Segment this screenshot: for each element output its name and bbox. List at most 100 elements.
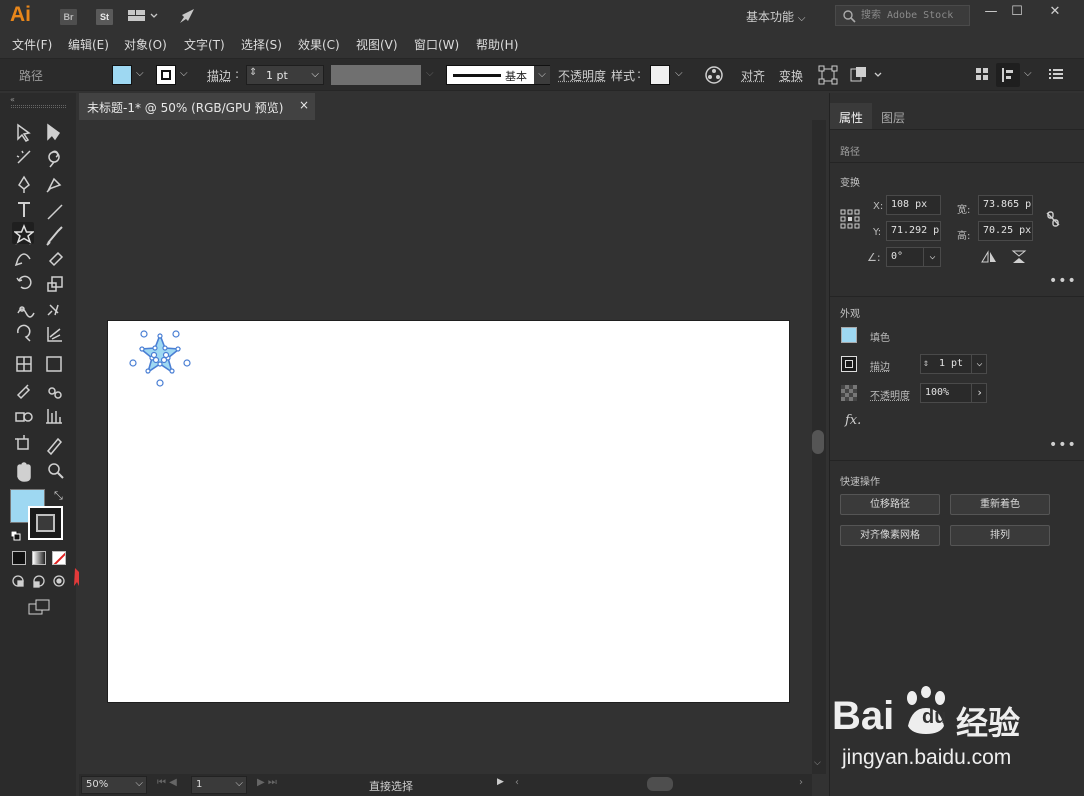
maximize-button[interactable]: ☐ [1002, 3, 1032, 23]
menu-window[interactable]: 窗口(W) [414, 36, 459, 53]
recolor-artwork-icon[interactable] [704, 65, 724, 85]
menu-help[interactable]: 帮助(H) [476, 36, 518, 53]
status-bar: 50% ⌵ ⏮ ◀ 1 ⌵ ▶ ⏭ 直接选择 ▶ ‹ › [79, 774, 812, 796]
gradient-mode-icon[interactable] [32, 551, 46, 565]
chevron-down-icon[interactable]: ⌵ [311, 69, 319, 80]
swap-fill-stroke-icon[interactable]: ⤡ [54, 489, 63, 503]
stroke-dropdown-icon[interactable]: ⌵ [180, 68, 188, 79]
scroll-right-icon[interactable]: › [799, 777, 803, 788]
selected-star-object[interactable] [128, 327, 192, 389]
none-mode-icon[interactable] [52, 551, 66, 565]
style-dropdown-icon[interactable]: ⌵ [675, 68, 683, 79]
offset-path-button[interactable]: 位移路径 [840, 494, 940, 515]
grid-view-icon[interactable] [975, 67, 989, 81]
first-page-icon[interactable]: ⏮ ◀ [157, 777, 177, 788]
artboard-number-field[interactable]: 1 ⌵ [191, 776, 247, 794]
menu-edit[interactable]: 编辑(E) [68, 36, 109, 53]
status-menu-icon[interactable]: ▶ [497, 777, 504, 787]
stroke-label-panel[interactable]: 描边 [870, 358, 890, 373]
chevron-down-icon[interactable]: ⌵ [534, 66, 550, 84]
stroke-label[interactable]: 描边 [207, 67, 231, 84]
vertical-scrollbar[interactable]: ⌵ [812, 120, 826, 774]
chevron-down-icon[interactable]: ⌵ [135, 778, 143, 789]
fill-swatch-panel[interactable] [841, 327, 857, 343]
transform-bounds-icon[interactable] [818, 65, 838, 85]
arrange-button[interactable]: 排列 [950, 525, 1050, 546]
brush-definition[interactable]: 基本 ⌵ [446, 65, 550, 85]
stock-icon[interactable]: St [96, 9, 113, 25]
arrange-documents-icon[interactable] [128, 9, 158, 23]
horizontal-scroll-thumb[interactable] [647, 777, 673, 791]
close-tab-button[interactable]: × [299, 98, 309, 112]
stroke-swatch-panel[interactable] [841, 356, 857, 372]
angle-value: 0° [891, 251, 904, 262]
fill-dropdown-icon[interactable]: ⌵ [136, 68, 144, 79]
menu-file[interactable]: 文件(F) [12, 36, 52, 53]
align-link[interactable]: 对齐 [741, 67, 765, 84]
y-field[interactable]: 71.292 p [886, 221, 941, 241]
menu-view[interactable]: 视图(V) [356, 36, 398, 53]
width-field[interactable]: 73.865 p [978, 195, 1033, 215]
default-colors-icon[interactable] [10, 530, 21, 541]
angle-field[interactable]: 0° ⌵ [886, 247, 941, 267]
collapse-panel-icon[interactable]: « [10, 95, 15, 104]
scroll-thumb[interactable] [812, 430, 824, 454]
opacity-field[interactable]: 100% › [920, 383, 987, 403]
rocket-icon[interactable] [178, 7, 196, 25]
chevron-down-icon[interactable]: ⌵ [235, 778, 243, 789]
appearance-more-icon[interactable]: ••• [1049, 437, 1077, 453]
transform-more-icon[interactable]: ••• [1049, 273, 1077, 289]
draw-mode-icons[interactable] [10, 573, 70, 589]
recolor-button[interactable]: 重新着色 [950, 494, 1050, 515]
variable-width-profile[interactable] [331, 65, 421, 85]
stepper-icon[interactable]: ⇕ [249, 67, 257, 78]
zoom-field[interactable]: 50% ⌵ [81, 776, 147, 794]
transform-link[interactable]: 变换 [779, 67, 803, 84]
stroke-color-swatch[interactable] [28, 506, 63, 540]
chevron-down-icon[interactable]: ⌵ [971, 355, 987, 373]
constrain-proportions-icon[interactable] [1045, 211, 1061, 227]
chevron-right-icon[interactable]: › [971, 384, 987, 402]
screen-mode-icon[interactable] [28, 599, 52, 615]
scroll-down-icon[interactable]: ⌵ [814, 758, 821, 768]
document-tab[interactable]: 未标题-1* @ 50% (RGB/GPU 预览) × [79, 93, 315, 120]
profile-dropdown-icon[interactable]: ⌵ [426, 68, 434, 79]
menu-effect[interactable]: 效果(C) [298, 36, 340, 53]
reference-point-icon[interactable] [840, 209, 860, 229]
stroke-weight-panel-field[interactable]: ⇕ 1 pt ⌵ [920, 354, 987, 374]
workspace-switcher[interactable]: 基本功能 ⌵ [746, 8, 805, 25]
align-pixel-grid-button[interactable]: 对齐像素网格 [840, 525, 940, 546]
flip-vertical-icon[interactable] [1011, 250, 1027, 264]
isolate-object-icon[interactable] [850, 65, 886, 85]
panel-layout-icon[interactable] [996, 63, 1020, 87]
control-bar: 路径 ⌵ ⌵ 描边 : ⇕ 1 pt ⌵ ⌵ 基本 ⌵ 不透明度 样式 : ⌵ … [0, 58, 1084, 91]
panel-menu-icon[interactable] [1049, 68, 1063, 80]
bridge-icon[interactable]: Br [60, 9, 77, 25]
chevron-down-icon[interactable]: ⌵ [923, 248, 941, 266]
flip-horizontal-icon[interactable] [981, 250, 997, 264]
height-field[interactable]: 70.25 px [978, 221, 1033, 241]
menu-object[interactable]: 对象(O) [124, 36, 167, 53]
tab-layers[interactable]: 图层 [881, 109, 905, 126]
panel-grip[interactable] [11, 105, 66, 108]
tab-properties[interactable]: 属性 [830, 103, 872, 129]
x-field[interactable]: 108 px [886, 195, 941, 215]
color-mode-icon[interactable] [12, 551, 26, 565]
opacity-label[interactable]: 不透明度 [558, 67, 606, 84]
stroke-weight-field[interactable]: ⇕ 1 pt ⌵ [246, 65, 324, 85]
tab-properties-label: 属性 [839, 111, 864, 125]
fx-icon[interactable]: fx. [845, 413, 861, 428]
stepper-icon[interactable]: ⇕ [923, 355, 929, 373]
menu-type[interactable]: 文字(T) [184, 36, 225, 53]
close-window-button[interactable]: ✕ [1040, 3, 1070, 23]
fill-swatch[interactable] [112, 65, 132, 85]
layout-dropdown-icon[interactable]: ⌵ [1024, 68, 1032, 79]
opacity-label-panel[interactable]: 不透明度 [870, 387, 910, 402]
menu-select[interactable]: 选择(S) [241, 36, 282, 53]
artboard[interactable] [107, 320, 790, 703]
graphic-style-swatch[interactable] [650, 65, 670, 85]
star-tool-icon[interactable] [12, 224, 36, 244]
scroll-left-icon[interactable]: ‹ [515, 777, 519, 788]
stroke-swatch[interactable] [156, 65, 176, 85]
last-page-icon[interactable]: ▶ ⏭ [257, 777, 277, 788]
